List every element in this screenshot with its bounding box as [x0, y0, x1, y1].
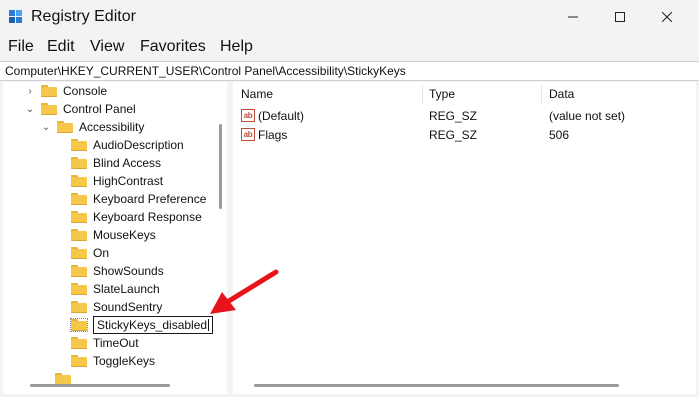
- value-name: Flags: [258, 128, 288, 142]
- tree-item-label: SlateLaunch: [93, 282, 160, 296]
- string-value-icon: ab: [241, 128, 255, 141]
- menu-favorites[interactable]: Favorites: [140, 38, 206, 56]
- folder-icon: [71, 301, 87, 313]
- value-data: 506: [549, 128, 570, 142]
- chevron-right-icon[interactable]: ›: [25, 86, 35, 97]
- tree-item-audiodescription[interactable]: AudioDescription: [71, 136, 184, 154]
- tree-item-highcontrast[interactable]: HighContrast: [71, 172, 163, 190]
- folder-icon: [41, 103, 57, 115]
- tree-item-label: MouseKeys: [93, 228, 156, 242]
- column-header-data[interactable]: Data: [549, 87, 574, 101]
- column-header-type[interactable]: Type: [429, 87, 455, 101]
- column-divider[interactable]: [422, 85, 423, 105]
- value-type: REG_SZ: [429, 109, 478, 123]
- chevron-down-icon[interactable]: ⌄: [41, 122, 51, 133]
- folder-icon: [41, 85, 57, 97]
- tree-item-label: AudioDescription: [93, 138, 184, 152]
- minimize-button[interactable]: [550, 0, 596, 34]
- tree-item-label: SoundSentry: [93, 300, 163, 314]
- tree-item-label: On: [93, 246, 110, 260]
- tree-item-control-panel[interactable]: ⌄ Control Panel: [25, 100, 136, 118]
- tree-item-label: ShowSounds: [93, 264, 164, 278]
- folder-icon: [71, 193, 87, 205]
- menu-view[interactable]: View: [90, 38, 124, 56]
- folder-icon: [71, 229, 87, 241]
- folder-icon: [71, 337, 87, 349]
- menu-help[interactable]: Help: [220, 38, 253, 56]
- tree-item-showsounds[interactable]: ShowSounds: [71, 262, 164, 280]
- tree-item-keyboard-preference[interactable]: Keyboard Preference: [71, 190, 206, 208]
- tree-item-stickykeys-disabled[interactable]: StickyKeys_disabled: [70, 316, 214, 334]
- folder-icon: [71, 265, 87, 277]
- rename-key-text: StickyKeys_disabled: [97, 318, 208, 332]
- value-name: (Default): [258, 109, 305, 123]
- tree-item-mousekeys[interactable]: MouseKeys: [71, 226, 156, 244]
- registry-cube-icon: [9, 10, 22, 23]
- value-row[interactable]: ab Flags REG_SZ 506: [233, 126, 696, 144]
- tree-item-on[interactable]: On: [71, 244, 109, 262]
- tree-vertical-scrollbar[interactable]: [219, 124, 222, 209]
- column-header-name[interactable]: Name: [241, 87, 273, 101]
- tree-item-accessibility[interactable]: ⌄ Accessibility: [41, 118, 145, 136]
- tree-horizontal-scrollbar[interactable]: [30, 384, 170, 387]
- tree-item-label: Keyboard Preference: [93, 192, 207, 206]
- folder-icon: [71, 175, 87, 187]
- tree-item-label: Keyboard Response: [93, 210, 202, 224]
- tree-item-label: Console: [63, 84, 108, 98]
- value-type: REG_SZ: [429, 128, 478, 142]
- folder-icon: [71, 139, 87, 151]
- folder-icon: [57, 121, 73, 133]
- rename-key-input[interactable]: StickyKeys_disabled: [93, 316, 214, 334]
- address-path[interactable]: Computer\HKEY_CURRENT_USER\Control Panel…: [5, 64, 406, 78]
- value-row[interactable]: ab (Default) REG_SZ (value not set): [233, 107, 696, 125]
- tree-item-label: Blind Access: [93, 156, 162, 170]
- red-arrow-icon: [210, 269, 279, 314]
- folder-icon: [71, 247, 87, 259]
- tree-item-keyboard-response[interactable]: Keyboard Response: [71, 208, 202, 226]
- tree-item-timeout[interactable]: TimeOut: [71, 334, 139, 352]
- string-value-icon: ab: [241, 109, 255, 122]
- tree-item-console[interactable]: › Console: [25, 82, 107, 100]
- close-button[interactable]: [644, 0, 690, 34]
- folder-icon: [71, 157, 87, 169]
- title-bar: Registry Editor: [0, 0, 699, 34]
- tree-item-slatelaunch[interactable]: SlateLaunch: [71, 280, 160, 298]
- menu-file[interactable]: File: [8, 38, 34, 56]
- column-divider[interactable]: [541, 85, 542, 105]
- folder-icon: [71, 211, 87, 223]
- value-data: (value not set): [549, 109, 626, 123]
- folder-icon: [71, 283, 87, 295]
- chevron-down-icon[interactable]: ⌄: [25, 104, 35, 115]
- tree-item-label: HighContrast: [93, 174, 164, 188]
- folder-icon: [71, 355, 87, 367]
- list-horizontal-scrollbar[interactable]: [254, 384, 619, 387]
- tree-item-label: ToggleKeys: [93, 354, 156, 368]
- menu-edit[interactable]: Edit: [47, 38, 75, 56]
- tree-item-togglekeys[interactable]: ToggleKeys: [71, 352, 155, 370]
- tree-item-label: TimeOut: [93, 336, 139, 350]
- minimize-icon: [568, 16, 578, 18]
- window-title: Registry Editor: [31, 8, 136, 25]
- tree-item-soundsentry[interactable]: SoundSentry: [71, 298, 162, 316]
- values-list[interactable]: Name Type Data ab (Default) REG_SZ (valu…: [233, 82, 696, 394]
- close-icon: [662, 12, 672, 22]
- maximize-button[interactable]: [597, 0, 643, 34]
- key-tree[interactable]: › Console ⌄ Control Panel ⌄ Accessibilit…: [3, 82, 227, 394]
- tree-item-blind-access[interactable]: Blind Access: [71, 154, 161, 172]
- tree-item-label: Control Panel: [63, 102, 136, 116]
- address-bar[interactable]: Computer\HKEY_CURRENT_USER\Control Panel…: [0, 61, 699, 81]
- folder-icon: [70, 318, 88, 332]
- tree-item-label: Accessibility: [79, 120, 145, 134]
- maximize-icon: [615, 12, 625, 22]
